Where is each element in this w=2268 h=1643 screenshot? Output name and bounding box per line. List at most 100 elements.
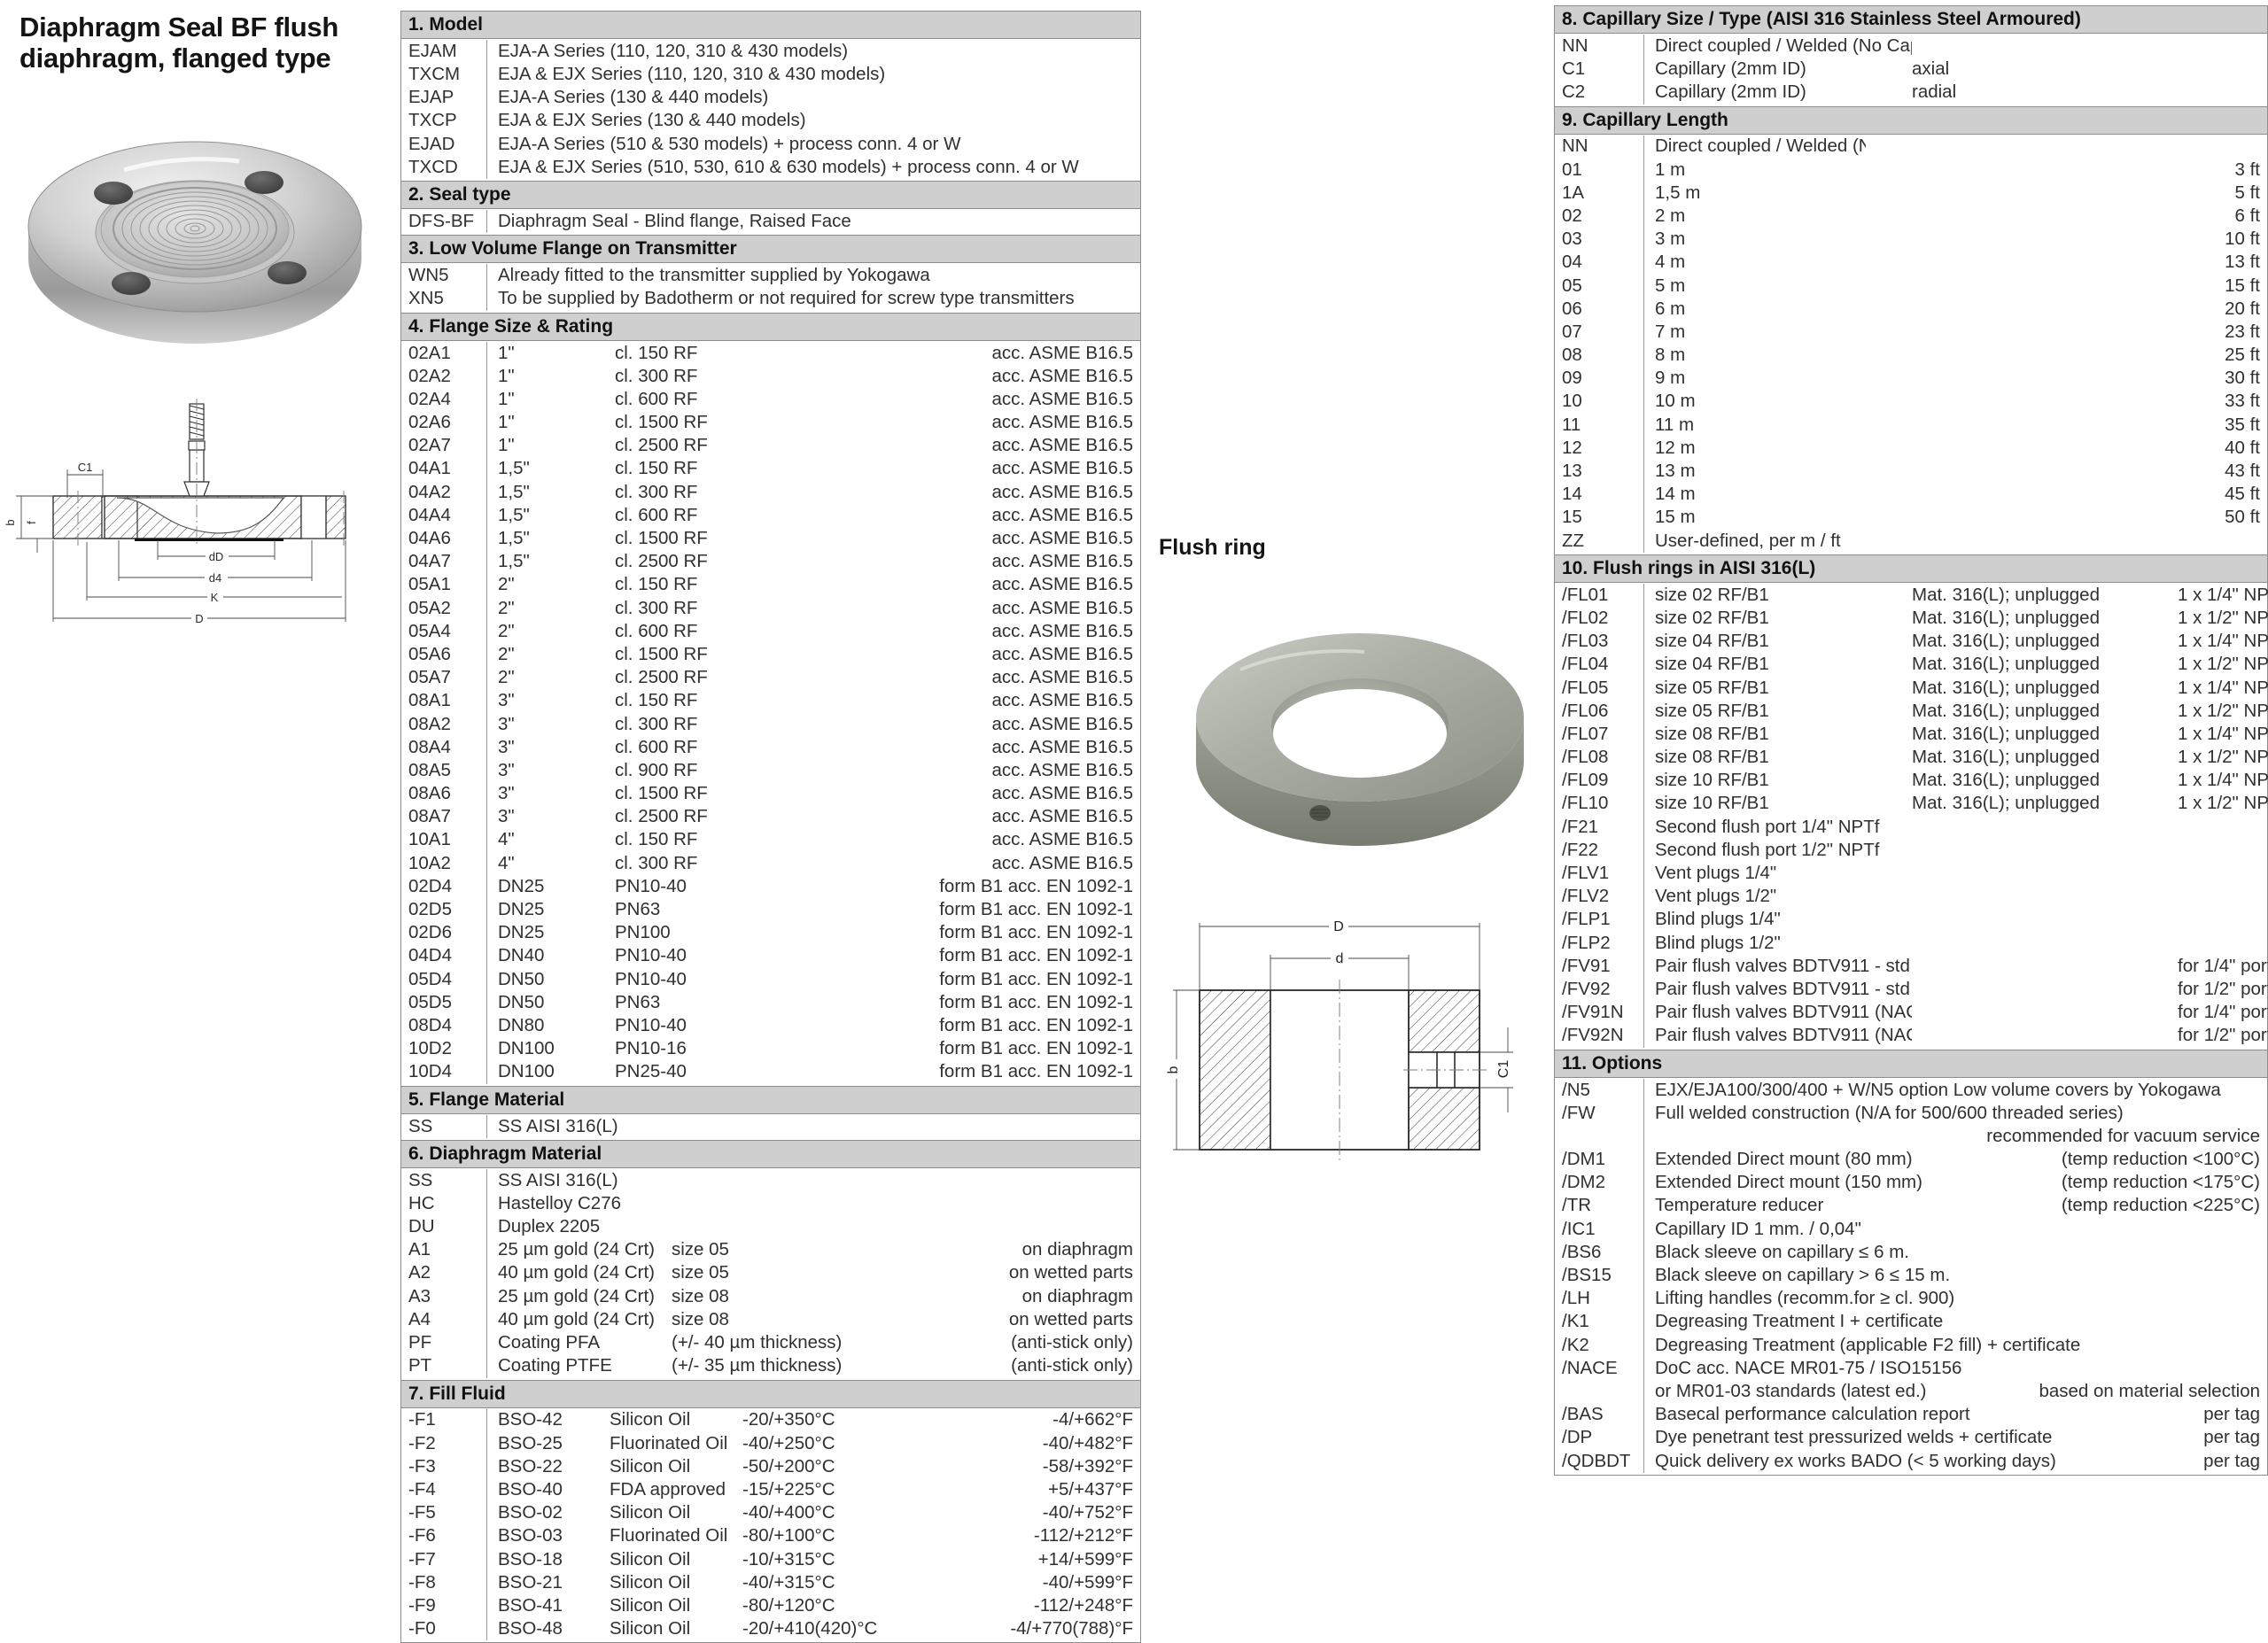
table-row[interactable]: EJAM EJA-A Series (110, 120, 310 & 430 mo… [401,40,1140,64]
table-row[interactable]: 10A1 4" cl. 150 RF acc. ASME B16.5 [401,828,1140,852]
table-row[interactable]: 05A6 2" cl. 1500 RF acc. ASME B16.5 [401,643,1140,667]
table-row[interactable]: -F3 BSO-22 Silicon Oil -50/+200°C -58/+392°F [401,1454,1140,1479]
table-row[interactable]: EJAD EJA-A Series (510 & 530 models) + pr… [401,132,1140,156]
table-row[interactable]: /FL07 size 08 RF/B1 Mat. 316(L); unplugged… [1555,723,2268,747]
table-row[interactable]: HC Hastelloy C276 [401,1192,1140,1216]
table-row[interactable]: 05D4 DN50 PN10-40 form B1 acc. EN 1092-1 [401,967,1140,991]
table-row[interactable]: A3 25 µm gold (24 Crt) size 08 on diaphragm [401,1284,1140,1308]
table-row[interactable]: or MR01-03 standards (latest ed.) based o… [1555,1380,2267,1404]
table-row[interactable]: /FV92 Pair flush valves BDTV911 - std for … [1555,978,2268,1002]
table-row[interactable]: 02D5 DN25 PN63 form B1 acc. EN 1092-1 [401,898,1140,922]
table-row[interactable]: 05D5 DN50 PN63 form B1 acc. EN 1092-1 [401,990,1140,1015]
table-row[interactable]: 02A2 1" cl. 300 RF acc. ASME B16.5 [401,364,1140,389]
table-row[interactable]: 08D4 DN80 PN10-40 form B1 acc. EN 1092-1 [401,1014,1140,1038]
table-row[interactable]: A4 40 µm gold (24 Crt) size 08 on wetted pa… [401,1308,1140,1332]
table-row[interactable]: 02A4 1" cl. 600 RF acc. ASME B16.5 [401,388,1140,412]
table-row[interactable]: 08A2 3" cl. 300 RF acc. ASME B16.5 [401,712,1140,736]
table-row[interactable]: /F22 Second flush port 1/2" NPTf [1555,839,2267,863]
table-row[interactable]: /DP Dye penetrant test pressurized welds … [1555,1426,2267,1450]
table-row[interactable]: 02A1 1" cl. 150 RF acc. ASME B16.5 [401,341,1140,365]
table-row[interactable]: -F8 BSO-21 Silicon Oil -40/+315°C -40/+599°F [401,1570,1140,1595]
table-row[interactable]: /FLV2 Vent plugs 1/2" [1555,885,2267,909]
table-row[interactable]: /FL01 size 02 RF/B1 Mat. 316(L); unplugged… [1555,583,2268,608]
table-row[interactable]: 03 3 m 10 ft [1555,228,2267,252]
table-row[interactable]: recommended for vacuum service [1555,1125,2267,1149]
table-row[interactable]: A2 40 µm gold (24 Crt) size 05 on wetted pa… [401,1261,1140,1285]
table-row[interactable]: /QDBDT Quick delivery ex works BADO (< 5 … [1555,1449,2267,1473]
table-row[interactable]: 10A2 4" cl. 300 RF acc. ASME B16.5 [401,851,1140,875]
table-row[interactable]: /FV91NPair flush valves BDTV911 (NACE01-… [1555,1001,2268,1025]
table-row[interactable]: 10D2 DN100 PN10-16 form B1 acc. EN 1092-1 [401,1037,1140,1061]
table-row[interactable]: ZZ User-defined, per m / ft [1555,529,2267,553]
table-row[interactable]: 08A7 3" cl. 2500 RF acc. ASME B16.5 [401,805,1140,829]
table-row[interactable]: /FL10 size 10 RF/B1 Mat. 316(L); unplugged… [1555,792,2268,816]
table-row[interactable]: /IC1 Capillary ID 1 mm. / 0,04" [1555,1217,2267,1241]
table-row[interactable]: XN5 To be supplied by Badotherm or not re… [401,287,1140,311]
table-row[interactable]: -F2 BSO-25 Fluorinated Oil -40/+250°C -40/+4… [401,1431,1140,1455]
table-row[interactable]: 04 4 m 13 ft [1555,251,2267,275]
table-row[interactable]: -F7 BSO-18 Silicon Oil -10/+315°C +14/+599°F [401,1547,1140,1571]
table-row[interactable]: 10 10 m 33 ft [1555,390,2267,414]
table-row[interactable]: 09 9 m 30 ft [1555,367,2267,391]
table-row[interactable]: DFS-BF Diaphragm Seal - Blind flange, Rai… [401,210,1140,234]
table-row[interactable]: TXCP EJA & EJX Series (130 & 440 models) [401,109,1140,133]
table-row[interactable]: /FLP1 Blind plugs 1/4" [1555,908,2267,932]
table-row[interactable]: /BAS Basecal performance calculation repo… [1555,1403,2267,1427]
table-row[interactable]: -F4 BSO-40 FDA approved -15/+225°C +5/+437°F [401,1478,1140,1502]
table-row[interactable]: /LH Lifting handles (recomm.for ≥ cl. 900… [1555,1287,2267,1311]
table-row[interactable]: -F1 BSO-42 Silicon Oil -20/+350°C -4/+662°F [401,1408,1140,1432]
table-row[interactable]: 04A2 1,5" cl. 300 RF acc. ASME B16.5 [401,480,1140,504]
table-row[interactable]: /N5 EJX/EJA100/300/400 + W/N5 option Low … [1555,1078,2267,1102]
table-row[interactable]: TXCM EJA & EJX Series (110, 120, 310 & 43… [401,63,1140,87]
table-row[interactable]: 11 11 m 35 ft [1555,413,2267,437]
table-row[interactable]: /FL03 size 04 RF/B1 Mat. 316(L); unplugged… [1555,630,2268,654]
table-row[interactable]: /FL04 size 04 RF/B1 Mat. 316(L); unplugged… [1555,653,2268,677]
table-row[interactable]: 04A1 1,5" cl. 150 RF acc. ASME B16.5 [401,457,1140,481]
table-row[interactable]: 02 2 m 6 ft [1555,205,2267,229]
table-row[interactable]: 08A4 3" cl. 600 RF acc. ASME B16.5 [401,735,1140,760]
table-row[interactable]: 10D4 DN100 PN25-40 form B1 acc. EN 1092-1 [401,1060,1140,1084]
table-row[interactable]: /FL02 size 02 RF/B1 Mat. 316(L); unplugged… [1555,607,2268,631]
table-row[interactable]: 02A7 1" cl. 2500 RF acc. ASME B16.5 [401,434,1140,458]
table-row[interactable]: 04A7 1,5" cl. 2500 RF acc. ASME B16.5 [401,550,1140,574]
table-row[interactable]: 02A6 1" cl. 1500 RF acc. ASME B16.5 [401,411,1140,435]
table-row[interactable]: /FLV1 Vent plugs 1/4" [1555,862,2267,886]
table-row[interactable]: /FLP2 Blind plugs 1/2" [1555,931,2267,955]
table-row[interactable]: -F5 BSO-02 Silicon Oil -40/+400°C -40/+752°F [401,1501,1140,1525]
table-row[interactable]: 12 12 m 40 ft [1555,437,2267,461]
table-row[interactable]: PT Coating PTFE (+/- 35 µm thickness) (anti… [401,1354,1140,1378]
table-row[interactable]: 15 15 m 50 ft [1555,506,2267,530]
table-row[interactable]: TXCD EJA & EJX Series (510, 530, 610 & 63… [401,155,1140,180]
table-row[interactable]: /F21 Second flush port 1/4" NPTf [1555,815,2267,839]
table-row[interactable]: 06 6 m 20 ft [1555,297,2267,322]
table-row[interactable]: EJAP EJA-A Series (130 & 440 models) [401,86,1140,110]
table-row[interactable]: SS SS AISI 316(L) [401,1168,1140,1193]
table-row[interactable]: C2 Capillary (2mm ID) radial [1555,81,2267,105]
table-row[interactable]: /DM2 Extended Direct mount (150 mm) (temp … [1555,1171,2267,1195]
table-row[interactable]: 14 14 m 45 ft [1555,483,2267,507]
table-row[interactable]: 08A1 3" cl. 150 RF acc. ASME B16.5 [401,689,1140,713]
table-row[interactable]: -F0 BSO-48 Silicon Oil -20/+410(420)°C -4/+7… [401,1617,1140,1641]
table-row[interactable]: -F9 BSO-41 Silicon Oil -80/+120°C -112/+248°… [401,1594,1140,1618]
table-row[interactable]: A1 25 µm gold (24 Crt) size 05 on diaphragm [401,1238,1140,1262]
table-row[interactable]: 05A2 2" cl. 300 RF acc. ASME B16.5 [401,596,1140,620]
table-row[interactable]: /FL09 size 10 RF/B1 Mat. 316(L); unplugged… [1555,769,2268,793]
table-row[interactable]: -F6 BSO-03 Fluorinated Oil -80/+100°C -112/+… [401,1524,1140,1548]
table-row[interactable]: 05A4 2" cl. 600 RF acc. ASME B16.5 [401,619,1140,644]
table-row[interactable]: 05A7 2" cl. 2500 RF acc. ASME B16.5 [401,666,1140,690]
table-row[interactable]: 04A6 1,5" cl. 1500 RF acc. ASME B16.5 [401,527,1140,551]
table-row[interactable]: 05 5 m 15 ft [1555,274,2267,298]
table-row[interactable]: /FW Full welded construction (N/A for 500… [1555,1101,2267,1126]
table-row[interactable]: 04A4 1,5" cl. 600 RF acc. ASME B16.5 [401,504,1140,528]
table-row[interactable]: SS SS AISI 316(L) [401,1114,1140,1138]
table-row[interactable]: 02D4 DN25 PN10-40 form B1 acc. EN 1092-1 [401,875,1140,899]
table-row[interactable]: /BS15 Black sleeve on capillary > 6 ≤ 15 … [1555,1264,2267,1288]
table-row[interactable]: 1A 1,5 m 5 ft [1555,181,2267,205]
table-row[interactable]: 08A5 3" cl. 900 RF acc. ASME B16.5 [401,759,1140,783]
table-row[interactable]: /FL06 size 05 RF/B1 Mat. 316(L); unplugged… [1555,699,2268,724]
table-row[interactable]: DU Duplex 2205 [401,1215,1140,1239]
table-row[interactable]: 05A1 2" cl. 150 RF acc. ASME B16.5 [401,573,1140,597]
table-row[interactable]: /FV92NPair flush valves BDTV911 (NACE01-… [1555,1024,2268,1048]
table-row[interactable]: /FL08 size 08 RF/B1 Mat. 316(L); unplugged… [1555,746,2268,770]
table-row[interactable]: 08 8 m 25 ft [1555,344,2267,368]
